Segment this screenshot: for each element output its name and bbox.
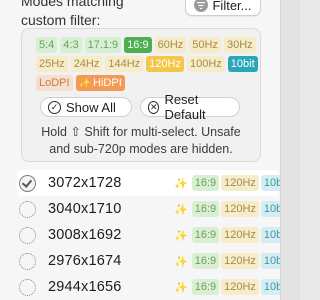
filter-button[interactable]: Filter...	[185, 0, 261, 16]
mode-tags: ✨ 16:9 120Hz 10bit	[174, 279, 280, 295]
tag-row-3: LoDPI ✨ HiDPI	[36, 75, 125, 91]
tag-aspect-16-9[interactable]: 16:9	[124, 37, 152, 53]
sparkle-icon: ✨	[174, 255, 188, 268]
mode-depth-tag: 10bit	[260, 227, 280, 243]
mode-aspect-tag: 16:9	[191, 201, 220, 217]
mode-depth-tag: 10bit	[260, 201, 280, 217]
sparkle-icon: ✨	[174, 281, 188, 294]
filter-box: 5:4 4:3 17.1:9 16:9 60Hz 50Hz 30Hz 25Hz …	[21, 28, 261, 162]
mode-refresh-tag: 120Hz	[221, 201, 259, 217]
tag-refresh-30[interactable]: 30Hz	[223, 37, 256, 53]
show-all-button[interactable]: ✓ Show All	[40, 97, 132, 117]
show-all-label: Show All	[66, 99, 116, 115]
mode-aspect-tag: 16:9	[191, 253, 220, 269]
tag-row-1: 5:4 4:3 17.1:9 16:9 60Hz 50Hz 30Hz	[36, 37, 256, 53]
tag-refresh-100[interactable]: 100Hz	[186, 56, 225, 72]
mode-aspect-tag: 16:9	[191, 175, 220, 191]
mode-tags: ✨ 16:9 120Hz 10bit	[174, 227, 280, 243]
sparkle-icon: ✨	[174, 203, 188, 216]
tag-aspect-4-3[interactable]: 4:3	[60, 37, 82, 53]
mode-resolution: 3008x1692	[48, 227, 122, 243]
tag-refresh-60[interactable]: 60Hz	[154, 37, 187, 53]
tag-depth-10bit[interactable]: 10bit	[227, 56, 258, 72]
display-modes-panel: Modes matching custom filter: Filter... …	[0, 0, 281, 300]
filter-icon	[194, 0, 209, 12]
checked-radio-icon[interactable]	[19, 174, 36, 192]
mode-resolution: 2976x1674	[48, 253, 122, 269]
mode-refresh-tag: 120Hz	[221, 175, 259, 191]
mode-row[interactable]: 3072x1728 ✨ 16:9 120Hz 10bit	[17, 170, 280, 196]
tag-aspect-17-1-9[interactable]: 17.1:9	[84, 37, 122, 53]
reset-default-label: Reset Default	[164, 92, 206, 122]
mode-resolution: 3040x1710	[48, 201, 122, 217]
unchecked-radio-icon[interactable]	[19, 278, 36, 296]
mode-tags: ✨ 16:9 120Hz 10bit	[174, 175, 280, 191]
tag-lodpi[interactable]: LoDPI	[36, 75, 73, 91]
x-circle-icon: ✕	[148, 100, 160, 114]
mode-resolution: 3072x1728	[48, 175, 122, 191]
mode-tags: ✨ 16:9 120Hz 10bit	[174, 201, 280, 217]
sparkle-icon: ✨	[174, 229, 188, 242]
tag-hidpi[interactable]: ✨ HiDPI	[75, 75, 125, 91]
mode-aspect-tag: 16:9	[191, 279, 220, 295]
mode-refresh-tag: 120Hz	[221, 279, 259, 295]
unchecked-radio-icon[interactable]	[19, 252, 36, 270]
tag-row-2: 25Hz 24Hz 144Hz 120Hz 100Hz 10bit	[36, 56, 258, 72]
tag-refresh-120[interactable]: 120Hz	[146, 56, 184, 72]
multi-select-hint: Hold ⇧ Shift for multi-select. Unsafe an…	[22, 124, 260, 158]
unchecked-radio-icon[interactable]	[19, 226, 36, 244]
checkmark-circle-icon: ✓	[48, 100, 61, 114]
mode-refresh-tag: 120Hz	[221, 253, 259, 269]
tag-aspect-5-4[interactable]: 5:4	[36, 37, 58, 53]
mode-depth-tag: 10bit	[260, 175, 280, 191]
tag-hidpi-label: HiDPI	[93, 77, 122, 89]
tag-refresh-25[interactable]: 25Hz	[36, 56, 68, 72]
header-title: Modes matching custom filter:	[21, 0, 124, 28]
mode-aspect-tag: 16:9	[191, 227, 220, 243]
tag-refresh-144[interactable]: 144Hz	[105, 56, 144, 72]
unchecked-radio-icon[interactable]	[19, 200, 36, 218]
mode-row[interactable]: 3008x1692 ✨ 16:9 120Hz 10bit	[17, 222, 280, 248]
scrollbar-track[interactable]	[281, 0, 300, 300]
mode-row[interactable]: 2976x1674 ✨ 16:9 120Hz 10bit	[17, 248, 280, 274]
hint-line-2: and sub-720p modes are hidden.	[49, 142, 233, 156]
mode-tags: ✨ 16:9 120Hz 10bit	[174, 253, 280, 269]
mode-refresh-tag: 120Hz	[221, 227, 259, 243]
mode-resolution: 2944x1656	[48, 279, 122, 295]
tag-refresh-24[interactable]: 24Hz	[70, 56, 103, 72]
mode-depth-tag: 10bit	[260, 253, 280, 269]
mode-depth-tag: 10bit	[260, 279, 280, 295]
sparkle-icon: ✨	[78, 78, 92, 89]
mode-row[interactable]: 3040x1710 ✨ 16:9 120Hz 10bit	[17, 196, 280, 222]
filter-button-label: Filter...	[212, 0, 252, 13]
mode-list: 3072x1728 ✨ 16:9 120Hz 10bit 3040x1710 ✨…	[17, 170, 280, 300]
sparkle-icon: ✨	[174, 177, 188, 190]
reset-default-button[interactable]: ✕ Reset Default	[140, 92, 240, 122]
hint-line-1: Hold ⇧ Shift for multi-select. Unsafe	[41, 125, 241, 139]
tag-refresh-50[interactable]: 50Hz	[189, 37, 221, 53]
mode-row[interactable]: 2944x1656 ✨ 16:9 120Hz 10bit	[17, 274, 280, 300]
